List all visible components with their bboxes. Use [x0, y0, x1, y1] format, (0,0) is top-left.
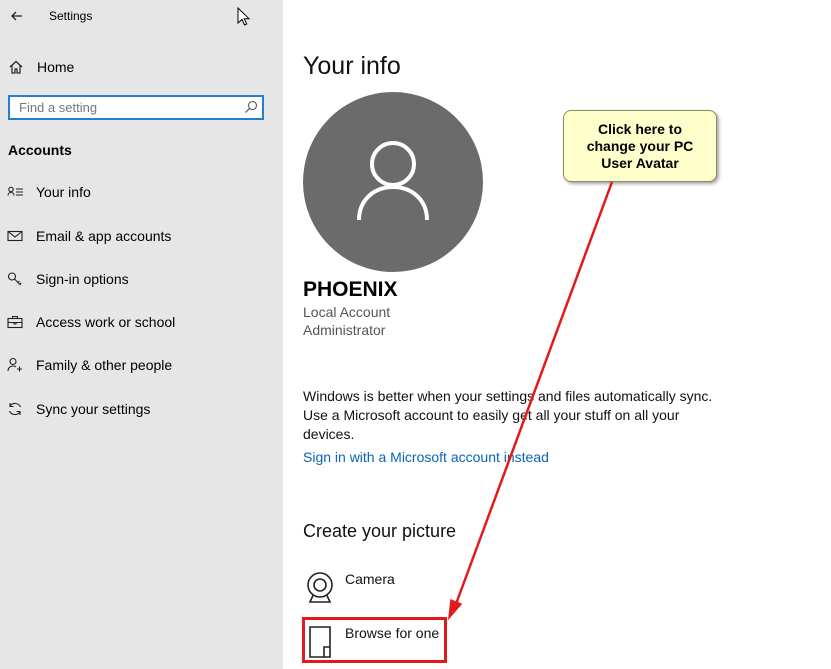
sidebar-item-email-app-accounts[interactable]: Email & app accounts: [0, 221, 283, 251]
sidebar-item-your-info[interactable]: Your info: [0, 177, 283, 207]
camera-icon: [307, 572, 333, 603]
sidebar-item-family-other-people[interactable]: Family & other people: [0, 350, 283, 380]
main-content: Your info PHOENIX Local Account Administ…: [283, 0, 831, 669]
sidebar-item-label: Your info: [36, 184, 91, 200]
sidebar-item-label: Sign-in options: [36, 271, 129, 287]
mouse-cursor-icon: [237, 7, 251, 26]
sidebar-item-label: Sync your settings: [36, 401, 151, 417]
back-arrow-icon: [11, 11, 22, 21]
sidebar-item-home[interactable]: Home: [0, 52, 283, 82]
annotation-callout: Click here to change your PC User Avatar: [563, 110, 717, 182]
email-icon: [7, 230, 23, 242]
search-icon[interactable]: [244, 100, 258, 114]
account-type: Local Account: [303, 304, 391, 320]
user-name: PHOENIX: [303, 278, 398, 301]
page-title: Your info: [303, 52, 401, 80]
account-role: Administrator: [303, 322, 386, 338]
camera-option-label: Camera: [345, 571, 395, 587]
search-input[interactable]: [10, 97, 235, 118]
sidebar-item-access-work-or-school[interactable]: Access work or school: [0, 307, 283, 337]
microsoft-account-link[interactable]: Sign in with a Microsoft account instead: [303, 449, 549, 465]
sidebar-item-label: Email & app accounts: [36, 228, 172, 244]
sidebar-item-label: Family & other people: [36, 357, 173, 373]
sidebar-item-sync-your-settings[interactable]: Sync your settings: [0, 394, 283, 424]
search-box: [8, 95, 264, 120]
user-avatar: [303, 92, 483, 272]
user-silhouette-icon: [357, 141, 429, 221]
add-person-icon: [7, 357, 22, 372]
window-title: Settings: [49, 9, 93, 23]
back-button[interactable]: [9, 8, 25, 24]
briefcase-icon: [7, 315, 23, 329]
home-icon: [9, 60, 23, 74]
sync-icon: [8, 402, 22, 416]
sidebar-item-label: Access work or school: [36, 314, 176, 330]
annotation-highlight-box: [302, 617, 447, 663]
sidebar: Settings Home Accounts Your info Email &…: [0, 0, 283, 669]
key-icon: [7, 272, 22, 286]
camera-option[interactable]: Camera: [303, 571, 473, 611]
sidebar-item-label: Home: [37, 59, 75, 75]
sync-description: Windows is better when your settings and…: [303, 388, 713, 442]
person-card-icon: [7, 186, 23, 196]
section-title-accounts: Accounts: [8, 142, 72, 158]
sidebar-item-sign-in-options[interactable]: Sign-in options: [0, 264, 283, 294]
create-picture-heading: Create your picture: [303, 521, 457, 541]
